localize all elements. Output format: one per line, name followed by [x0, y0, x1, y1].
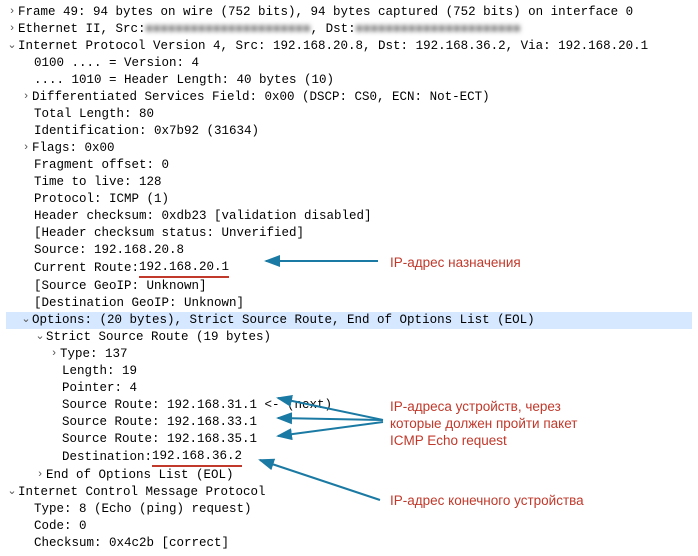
icmp-code-row[interactable]: Code: 0 — [6, 518, 692, 535]
expand-icon[interactable]: › — [20, 89, 32, 106]
icmp-header: Internet Control Message Protocol — [18, 484, 266, 501]
annotation-route-devices: IP-адреса устройств, через которые долже… — [390, 398, 577, 449]
field: Strict Source Route (19 bytes) — [46, 329, 271, 346]
ethernet-dst-label: , Dst: — [311, 21, 356, 38]
ip-proto-row[interactable]: Protocol: ICMP (1) — [6, 191, 692, 208]
ip-version-row[interactable]: 0100 .... = Version: 4 — [6, 55, 692, 72]
field: Pointer: 4 — [62, 380, 137, 397]
expand-icon[interactable]: › — [6, 21, 18, 38]
field: .... 1010 = Header Length: 40 bytes (10) — [34, 72, 334, 89]
ip-hlen-row[interactable]: .... 1010 = Header Length: 40 bytes (10) — [6, 72, 692, 89]
field: Options: (20 bytes), Strict Source Route… — [32, 312, 535, 329]
arrow-icon — [258, 254, 383, 268]
expand-icon[interactable]: › — [6, 4, 18, 21]
field: Type: 137 — [60, 346, 128, 363]
field: Type: 8 (Echo (ping) request) — [34, 501, 252, 518]
field: Protocol: ICMP (1) — [34, 191, 169, 208]
ethernet-src-value: ■■■■■■■■■■■■■■■■■■■■■■ — [146, 21, 311, 38]
frame-summary: Frame 49: 94 bytes on wire (752 bits), 9… — [18, 4, 633, 21]
ethernet-dst-value: ■■■■■■■■■■■■■■■■■■■■■■ — [356, 21, 521, 38]
annotation-final-device: IP-адрес конечного устройства — [390, 492, 584, 509]
ipv4-row[interactable]: ⌄ Internet Protocol Version 4, Src: 192.… — [6, 38, 692, 55]
ip-chkstat-row[interactable]: [Header checksum status: Unverified] — [6, 225, 692, 242]
collapse-icon[interactable]: ⌄ — [6, 38, 18, 55]
frame-summary-row[interactable]: › Frame 49: 94 bytes on wire (752 bits),… — [6, 4, 692, 21]
ethernet-row[interactable]: › Ethernet II, Src: ■■■■■■■■■■■■■■■■■■■■… — [6, 21, 692, 38]
expand-icon[interactable]: › — [34, 467, 46, 484]
field: [Destination GeoIP: Unknown] — [34, 295, 244, 312]
ethernet-prefix: Ethernet II, Src: — [18, 21, 146, 38]
field: Flags: 0x00 — [32, 140, 115, 157]
ip-flags-row[interactable]: › Flags: 0x00 — [6, 140, 692, 157]
ssr-type-row[interactable]: › Type: 137 — [6, 346, 692, 363]
field: Code: 0 — [34, 518, 87, 535]
annotation-destination-ip: IP-адрес назначения — [390, 254, 521, 271]
ip-chksum-row[interactable]: Header checksum: 0xdb23 [validation disa… — [6, 208, 692, 225]
ip-dsf-row[interactable]: › Differentiated Services Field: 0x00 (D… — [6, 89, 692, 106]
field: Source Route: 192.168.35.1 — [62, 431, 257, 448]
annotation-line: IP-адреса устройств, через — [390, 398, 577, 415]
field: [Source GeoIP: Unknown] — [34, 278, 207, 295]
ipv4-header: Internet Protocol Version 4, Src: 192.16… — [18, 38, 648, 55]
ip-ttl-row[interactable]: Time to live: 128 — [6, 174, 692, 191]
ip-dstgeo-row[interactable]: [Destination GeoIP: Unknown] — [6, 295, 692, 312]
ssr-header-row[interactable]: ⌄ Strict Source Route (19 bytes) — [6, 329, 692, 346]
expand-icon[interactable]: › — [48, 346, 60, 363]
current-route-value: 192.168.20.1 — [139, 259, 229, 278]
annotation-line: ICMP Echo request — [390, 432, 577, 449]
field: Length: 19 — [62, 363, 137, 380]
collapse-icon[interactable]: ⌄ — [34, 329, 46, 346]
field: Time to live: 128 — [34, 174, 162, 191]
expand-icon[interactable]: › — [20, 140, 32, 157]
ip-ident-row[interactable]: Identification: 0x7b92 (31634) — [6, 123, 692, 140]
field: Identification: 0x7b92 (31634) — [34, 123, 259, 140]
field: Source: 192.168.20.8 — [34, 242, 184, 259]
ssr-length-row[interactable]: Length: 19 — [6, 363, 692, 380]
field: Fragment offset: 0 — [34, 157, 169, 174]
collapse-icon[interactable]: ⌄ — [20, 312, 32, 329]
annotation-line: которые должен пройти пакет — [390, 415, 577, 432]
arrow-icon — [250, 452, 385, 507]
ssr-dest-label: Destination: — [62, 449, 152, 466]
field: [Header checksum status: Unverified] — [34, 225, 304, 242]
collapse-icon[interactable]: ⌄ — [6, 484, 18, 501]
ip-frag-row[interactable]: Fragment offset: 0 — [6, 157, 692, 174]
field: Source Route: 192.168.33.1 — [62, 414, 257, 431]
ip-srcgeo-row[interactable]: [Source GeoIP: Unknown] — [6, 278, 692, 295]
arrow-icon — [268, 388, 388, 448]
field: Total Length: 80 — [34, 106, 154, 123]
ip-options-row[interactable]: ⌄ Options: (20 bytes), Strict Source Rou… — [6, 312, 692, 329]
current-route-label: Current Route: — [34, 260, 139, 277]
field: 0100 .... = Version: 4 — [34, 55, 199, 72]
ip-tlen-row[interactable]: Total Length: 80 — [6, 106, 692, 123]
field: Differentiated Services Field: 0x00 (DSC… — [32, 89, 490, 106]
ssr-dest-value: 192.168.36.2 — [152, 448, 242, 467]
field: End of Options List (EOL) — [46, 467, 234, 484]
field: Header checksum: 0xdb23 [validation disa… — [34, 208, 372, 225]
